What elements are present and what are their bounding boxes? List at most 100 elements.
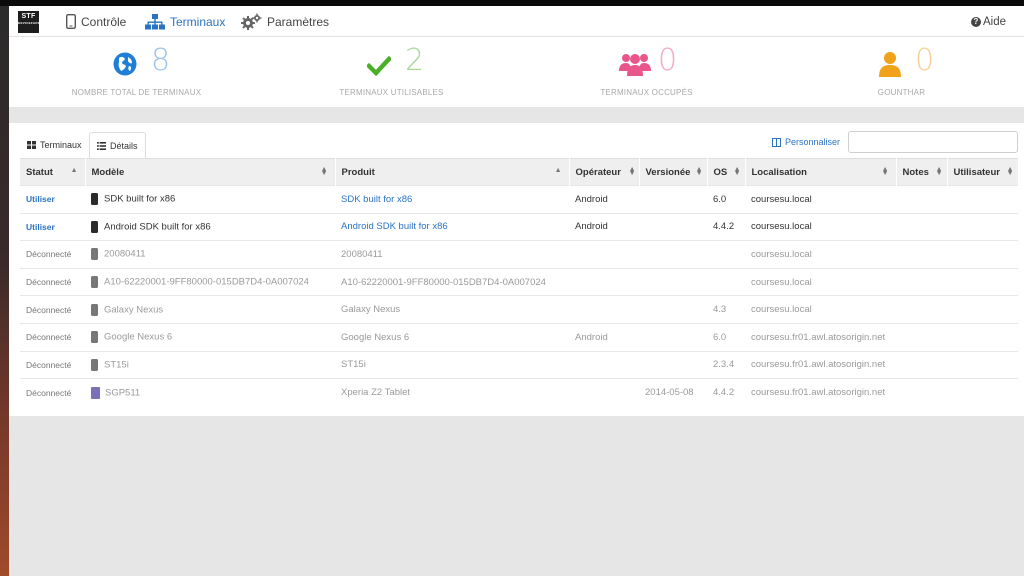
tab-details-label: Détails xyxy=(110,140,138,151)
cell-user xyxy=(947,295,1018,324)
stat-gounthar: 0 GOUNTHAR xyxy=(774,37,1024,107)
cell-notes[interactable] xyxy=(896,240,947,269)
col-notes[interactable]: Notes ▲ ▼ xyxy=(896,158,948,186)
col-os[interactable]: OS ▲ ▼ xyxy=(707,158,746,186)
table-row[interactable]: Utiliser SDK built for x86 SDK built for… xyxy=(20,185,1018,214)
cell-os: 4.3 xyxy=(707,295,745,324)
cell-version xyxy=(639,212,707,241)
model-text: SGP511 xyxy=(105,387,141,399)
list-icon xyxy=(97,141,106,150)
tab-details[interactable]: Détails xyxy=(89,132,146,158)
cell-location: coursesu.local xyxy=(745,295,896,324)
stf-logo[interactable]: STF DEVICEFARM xyxy=(18,11,40,33)
globe-icon xyxy=(113,52,137,81)
sitemap-icon xyxy=(145,13,165,30)
cell-user xyxy=(947,240,1018,269)
model-text: A10-62220001-9FF80000-015DB7D4-0A007024 xyxy=(104,276,309,288)
col-versionee[interactable]: Versionée ▲ ▼ xyxy=(639,158,708,186)
cell-version xyxy=(639,267,707,296)
table-row[interactable]: Déconnecté Galaxy Nexus Galaxy Nexus 4.3… xyxy=(20,295,1018,324)
table-row[interactable]: Utiliser Android SDK built for x86 Andro… xyxy=(20,212,1018,241)
cell-product: A10-62220001-9FF80000-015DB7D4-0A007024 xyxy=(335,267,569,296)
use-button[interactable]: Utiliser xyxy=(20,185,85,214)
status-disconnected: Déconnecté xyxy=(20,267,85,296)
search-input[interactable] xyxy=(848,131,1018,153)
nav-controle[interactable]: Contrôle xyxy=(66,6,126,37)
cell-location: coursesu.fr01.awl.atosorigin.net xyxy=(745,350,896,379)
col-operateur[interactable]: Opérateur ▲ ▼ xyxy=(569,158,640,186)
cell-model: Google Nexus 6 xyxy=(85,322,335,352)
logo-text: STF xyxy=(21,13,36,20)
cell-model: Galaxy Nexus xyxy=(85,295,335,324)
cell-user xyxy=(947,212,1018,241)
cell-user xyxy=(947,350,1018,379)
stat-utilisables: 2 TERMINAUX UTILISABLES xyxy=(264,37,519,107)
cell-notes[interactable] xyxy=(896,322,947,352)
check-icon xyxy=(365,55,393,81)
model-text: Galaxy Nexus xyxy=(104,304,164,316)
col-modele[interactable]: Modèle ▲ ▼ xyxy=(85,158,336,186)
cell-location: coursesu.local xyxy=(745,267,896,296)
status-disconnected: Déconnecté xyxy=(20,295,85,324)
col-localisation-label: Localisation xyxy=(751,166,807,178)
mobile-icon xyxy=(66,14,76,29)
col-modele-label: Modèle xyxy=(91,166,125,178)
col-os-label: OS xyxy=(713,166,728,178)
question-circle-icon: ? xyxy=(970,16,981,27)
status-disconnected: Déconnecté xyxy=(20,240,85,269)
table-header-row: Statut ▲ Modèle ▲ ▼ Produit ▲ Opérateur ▲ ▼ Ve… xyxy=(20,158,1019,186)
phone-icon xyxy=(91,193,98,206)
status-disconnected: Déconnecté xyxy=(20,378,85,407)
table-row[interactable]: Déconnecté A10-62220001-9FF80000-015DB7D… xyxy=(20,267,1018,296)
cell-operator xyxy=(569,350,639,379)
model-text: ST15i xyxy=(104,359,129,371)
navbar: STF DEVICEFARM Contrôle Terminaux Paramè… xyxy=(9,6,1024,37)
cell-notes[interactable] xyxy=(896,212,947,241)
nav-terminaux[interactable]: Terminaux xyxy=(145,6,225,37)
col-operateur-label: Opérateur xyxy=(575,166,621,178)
cell-os: 4.4.2 xyxy=(707,378,745,407)
stat-total: 8 NOMBRE TOTAL DE TERMINAUX xyxy=(9,37,264,107)
personnaliser-label: Personnaliser xyxy=(785,137,841,147)
cell-notes[interactable] xyxy=(896,350,947,379)
cell-notes[interactable] xyxy=(896,267,947,296)
cell-model: ST15i xyxy=(85,350,335,379)
nav-terminaux-label: Terminaux xyxy=(170,14,226,29)
model-text: Android SDK built for x86 xyxy=(104,221,211,233)
table-row[interactable]: Déconnecté 20080411 20080411 coursesu.lo… xyxy=(20,240,1018,269)
col-localisation[interactable]: Localisation ▲ ▼ xyxy=(745,158,897,186)
table-row[interactable]: Déconnecté ST15i ST15i 2.3.4 coursesu.fr… xyxy=(20,350,1018,379)
stat-gounthar-value: 0 xyxy=(915,43,935,78)
grid-icon xyxy=(27,141,36,149)
col-produit[interactable]: Produit ▲ xyxy=(335,158,570,186)
cell-notes[interactable] xyxy=(896,295,947,324)
cell-version xyxy=(639,322,707,352)
model-text: SDK built for x86 xyxy=(104,193,176,205)
col-utilisateur[interactable]: Utilisateur ▲ ▼ xyxy=(947,158,1019,186)
stat-gounthar-label: GOUNTHAR xyxy=(877,88,926,97)
sort-icon: ▲ ▼ xyxy=(695,166,703,177)
cell-operator xyxy=(569,295,639,324)
table-row[interactable]: Déconnecté Google Nexus 6 Google Nexus 6… xyxy=(20,322,1018,352)
cell-operator: Android xyxy=(569,185,639,214)
personnaliser-button[interactable]: Personnaliser xyxy=(772,137,840,147)
sort-icon: ▲ ▼ xyxy=(733,166,741,177)
cell-model: Android SDK built for x86 xyxy=(85,212,335,241)
nav-aide[interactable]: ? Aide xyxy=(970,6,1006,37)
users-icon xyxy=(619,51,651,82)
use-button[interactable]: Utiliser xyxy=(20,212,85,241)
cell-operator xyxy=(569,240,639,269)
model-text: 20080411 xyxy=(104,248,146,260)
product-link[interactable]: SDK built for x86 xyxy=(335,185,569,214)
table-row[interactable]: Déconnecté SGP511 Xperia Z2 Tablet 2014-… xyxy=(20,378,1018,407)
tab-terminaux[interactable]: Terminaux xyxy=(20,132,89,158)
col-notes-label: Notes xyxy=(902,166,929,178)
cell-location: coursesu.local xyxy=(745,185,896,214)
col-statut[interactable]: Statut ▲ xyxy=(20,158,86,186)
nav-parametres[interactable]: Paramètres xyxy=(240,6,329,37)
cell-location: coursesu.fr01.awl.atosorigin.net xyxy=(745,322,896,352)
product-link[interactable]: Android SDK built for x86 xyxy=(335,212,569,241)
sort-asc-icon: ▲ xyxy=(554,167,562,174)
cell-notes[interactable] xyxy=(896,185,947,214)
cell-notes[interactable] xyxy=(896,378,947,407)
